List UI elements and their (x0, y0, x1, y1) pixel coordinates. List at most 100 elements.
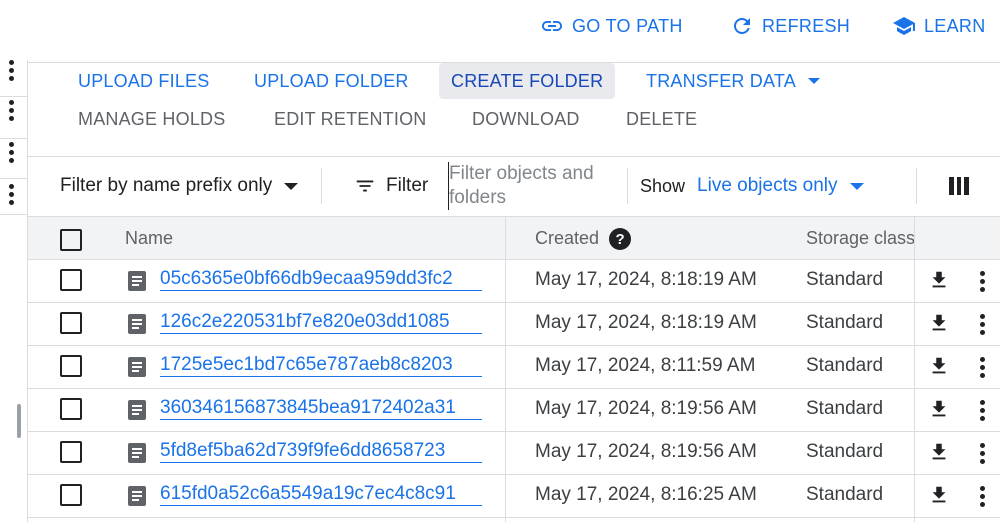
rail-divider (0, 214, 28, 215)
delete-button[interactable]: DELETE (614, 101, 709, 137)
edit-retention-button[interactable]: EDIT RETENTION (262, 101, 438, 137)
refresh-label: REFRESH (762, 15, 851, 36)
chevron-down-icon (849, 182, 864, 190)
refresh-icon (734, 18, 750, 34)
storage-class-cell: Standard (806, 355, 884, 376)
edit-retention-label: EDIT RETENTION (274, 108, 427, 129)
file-icon (128, 400, 146, 420)
file-icon (128, 271, 146, 291)
column-header-name[interactable]: Name (125, 228, 173, 249)
created-cell: May 17, 2024, 8:16:25 AM (535, 484, 757, 505)
transfer-data-button[interactable]: TRANSFER DATA (634, 63, 832, 99)
help-icon[interactable]: ? (609, 228, 632, 251)
file-name-link[interactable]: 05c6365e0bf66db9ecaa959dd3fc2 (160, 268, 482, 291)
more-vert-icon[interactable] (977, 269, 987, 293)
file-name-link[interactable]: 360346156873845bea9172402a31 (160, 397, 482, 420)
upload-folder-button[interactable]: UPLOAD FOLDER (242, 63, 421, 99)
filter-divider (321, 168, 322, 204)
filter-divider (627, 168, 628, 204)
link-icon (542, 21, 562, 31)
download-label: DOWNLOAD (472, 108, 580, 129)
more-vert-icon[interactable] (977, 441, 987, 465)
transfer-data-label: TRANSFER DATA (646, 70, 796, 91)
storage-class-cell: Standard (806, 441, 884, 462)
row-checkbox[interactable] (60, 441, 82, 463)
show-value: Live objects only (697, 175, 838, 196)
filter-objects-input[interactable] (448, 162, 618, 210)
file-icon (128, 443, 146, 463)
show-dropdown[interactable]: Live objects only (697, 175, 864, 197)
refresh-button[interactable]: REFRESH (730, 13, 850, 39)
download-icon[interactable] (928, 398, 950, 420)
learn-button[interactable]: LEARN (892, 13, 986, 39)
filter-label: Filter (386, 175, 429, 196)
row-checkbox[interactable] (60, 269, 82, 291)
more-vert-icon[interactable] (977, 398, 987, 422)
go-to-path-button[interactable]: GO TO PATH (540, 13, 683, 39)
more-vert-icon[interactable] (4, 96, 18, 124)
upload-folder-label: UPLOAD FOLDER (254, 70, 409, 91)
storage-class-cell: Standard (806, 269, 884, 290)
upload-files-label: UPLOAD FILES (78, 70, 210, 91)
more-vert-icon[interactable] (4, 138, 18, 166)
table-row[interactable]: 126c2e220531bf7e820e03dd1085 May 17, 2024… (28, 302, 1000, 345)
download-icon[interactable] (928, 441, 950, 463)
delete-label: DELETE (626, 108, 698, 129)
manage-holds-button[interactable]: MANAGE HOLDS (66, 101, 237, 137)
table-row[interactable]: 360346156873845bea9172402a31 May 17, 2024… (28, 388, 1000, 431)
filter-prefix-label: Filter by name prefix only (60, 175, 273, 196)
more-vert-icon[interactable] (977, 484, 987, 508)
column-header-storage-class[interactable]: Storage class (806, 228, 915, 249)
file-name-link[interactable]: 615fd0a52c6a5549a19c7ec4c8c91 (160, 483, 482, 506)
created-cell: May 17, 2024, 8:19:56 AM (535, 441, 757, 462)
select-all-checkbox[interactable] (60, 229, 82, 251)
file-icon (128, 486, 146, 506)
row-divider (28, 517, 1000, 518)
resize-handle[interactable] (17, 404, 21, 438)
more-vert-icon[interactable] (4, 56, 18, 84)
row-checkbox[interactable] (60, 398, 82, 420)
create-folder-button[interactable]: CREATE FOLDER (439, 63, 616, 99)
table-row[interactable]: 05c6365e0bf66db9ecaa959dd3fc2 May 17, 202… (28, 259, 1000, 302)
filter-button[interactable]: Filter (354, 172, 428, 200)
created-cell: May 17, 2024, 8:19:56 AM (535, 398, 757, 419)
row-checkbox[interactable] (60, 355, 82, 377)
file-name-link[interactable]: 126c2e220531bf7e820e03dd1085 (160, 311, 482, 334)
download-icon[interactable] (928, 355, 950, 377)
more-vert-icon[interactable] (977, 312, 987, 336)
download-button[interactable]: DOWNLOAD (460, 101, 592, 137)
upload-files-button[interactable]: UPLOAD FILES (66, 63, 221, 99)
more-vert-icon[interactable] (4, 180, 18, 208)
column-header-created[interactable]: Created? (535, 228, 632, 251)
download-icon[interactable] (928, 484, 950, 506)
storage-class-cell: Standard (806, 484, 884, 505)
row-checkbox[interactable] (60, 312, 82, 334)
column-toggle-icon[interactable] (949, 177, 970, 195)
download-icon[interactable] (928, 312, 950, 334)
more-vert-icon[interactable] (977, 355, 987, 379)
row-checkbox[interactable] (60, 484, 82, 506)
show-filter: Show Live objects only (640, 172, 864, 200)
toolbar-divider (28, 156, 1000, 157)
file-name-link[interactable]: 5fd8ef5ba62d739f9fe6dd8658723 (160, 440, 482, 463)
left-rail (0, 59, 28, 522)
created-cell: May 17, 2024, 8:18:19 AM (535, 269, 757, 290)
download-icon[interactable] (928, 269, 950, 291)
chevron-down-icon (807, 78, 820, 84)
rail-divider (0, 178, 28, 179)
top-header: GO TO PATH REFRESH LEARN (0, 0, 1000, 52)
file-name-link[interactable]: 1725e5ec1bd7c65e787aeb8c8203 (160, 354, 482, 377)
table-row[interactable]: 5fd8ef5ba62d739f9fe6dd8658723 May 17, 202… (28, 431, 1000, 474)
storage-class-cell: Standard (806, 312, 884, 333)
manage-holds-label: MANAGE HOLDS (78, 108, 226, 129)
filter-prefix-dropdown[interactable]: Filter by name prefix only (60, 172, 299, 200)
go-to-path-label: GO TO PATH (572, 15, 683, 36)
chevron-down-icon (284, 182, 299, 190)
table-row[interactable]: 615fd0a52c6a5549a19c7ec4c8c91 May 17, 202… (28, 474, 1000, 517)
created-cell: May 17, 2024, 8:11:59 AM (535, 355, 756, 376)
file-icon (128, 314, 146, 334)
storage-class-cell: Standard (806, 398, 884, 419)
created-header-label: Created (535, 228, 600, 248)
learn-label: LEARN (924, 15, 986, 36)
table-row[interactable]: 1725e5ec1bd7c65e787aeb8c8203 May 17, 2024… (28, 345, 1000, 388)
